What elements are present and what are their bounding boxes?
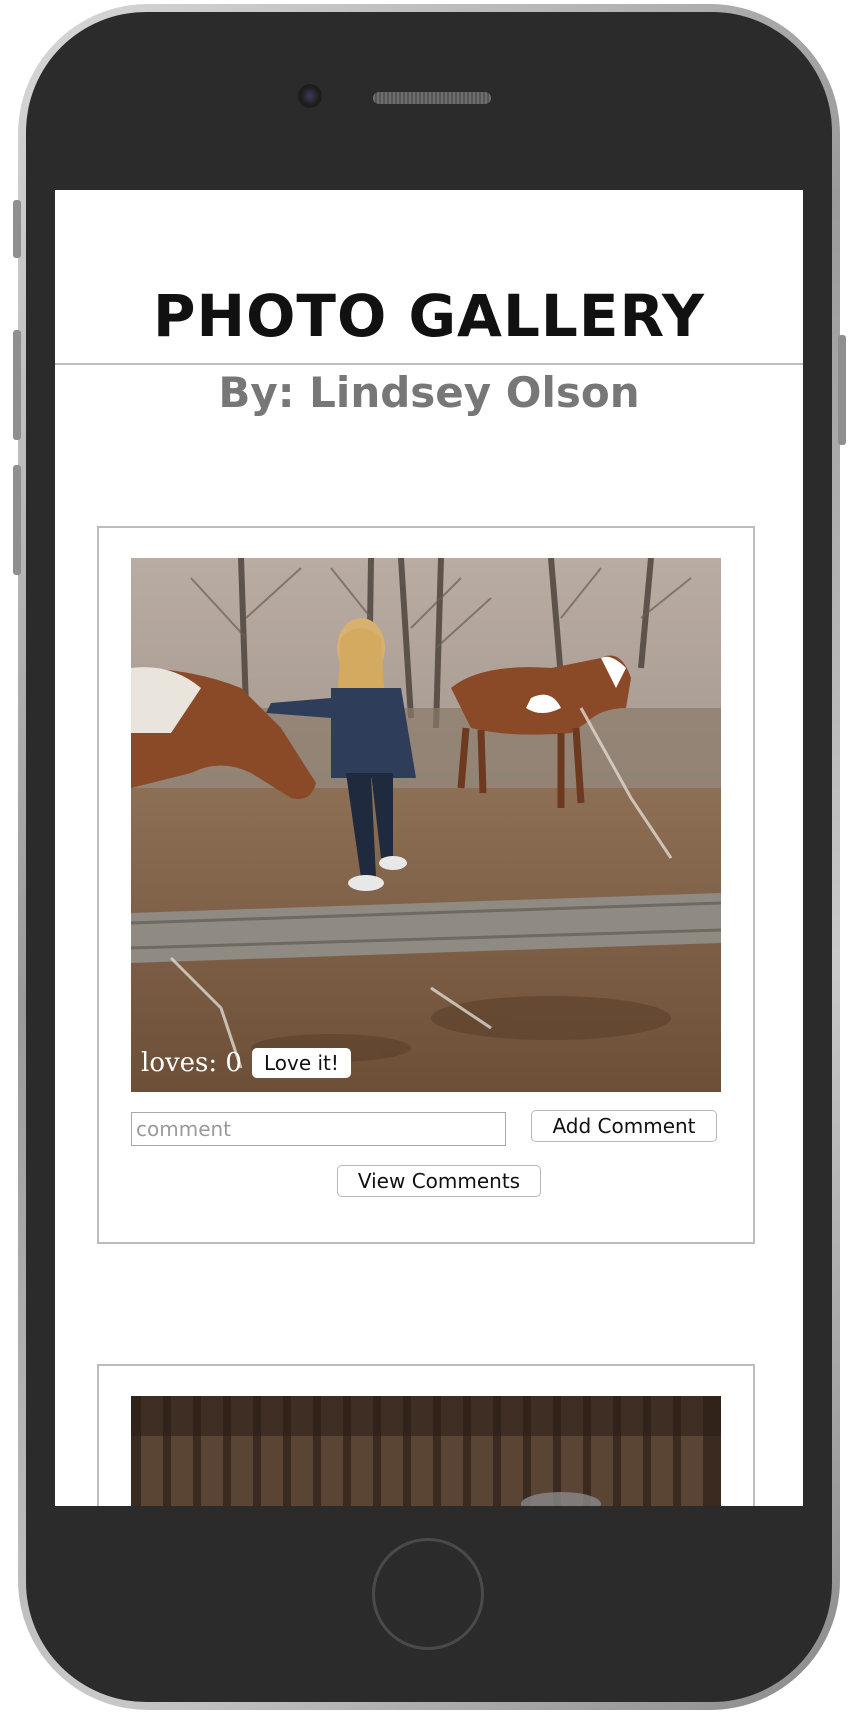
comment-input[interactable] — [131, 1112, 506, 1146]
love-it-button[interactable]: Love it! — [251, 1048, 351, 1078]
power-button — [838, 335, 846, 445]
loves-row: loves: 0 Love it! — [141, 1048, 351, 1078]
photo-card: loves: 0 Love it! Add Comment View Comme… — [97, 526, 755, 1244]
mute-switch — [13, 200, 21, 258]
volume-up-button — [13, 330, 21, 440]
earpiece-speaker — [373, 92, 491, 104]
photo-illustration — [131, 1396, 721, 1506]
view-comments-button[interactable]: View Comments — [337, 1165, 541, 1197]
title-divider — [55, 363, 803, 365]
photo-card — [97, 1364, 755, 1506]
wooden-fence-photo — [131, 1396, 721, 1506]
home-button[interactable] — [372, 1538, 484, 1650]
volume-down-button — [13, 465, 21, 575]
add-comment-button[interactable]: Add Comment — [531, 1110, 717, 1142]
phone-screen: PHOTO GALLERY By: Lindsey Olson loves: 0… — [55, 190, 803, 1506]
photo-illustration — [131, 558, 721, 1092]
page-subtitle: By: Lindsey Olson — [218, 368, 640, 417]
page-title: PHOTO GALLERY — [153, 282, 705, 350]
woman-with-horses-photo: loves: 0 Love it! — [131, 558, 721, 1092]
front-camera-icon — [300, 86, 320, 106]
loves-count-label: loves: 0 — [141, 1048, 242, 1078]
